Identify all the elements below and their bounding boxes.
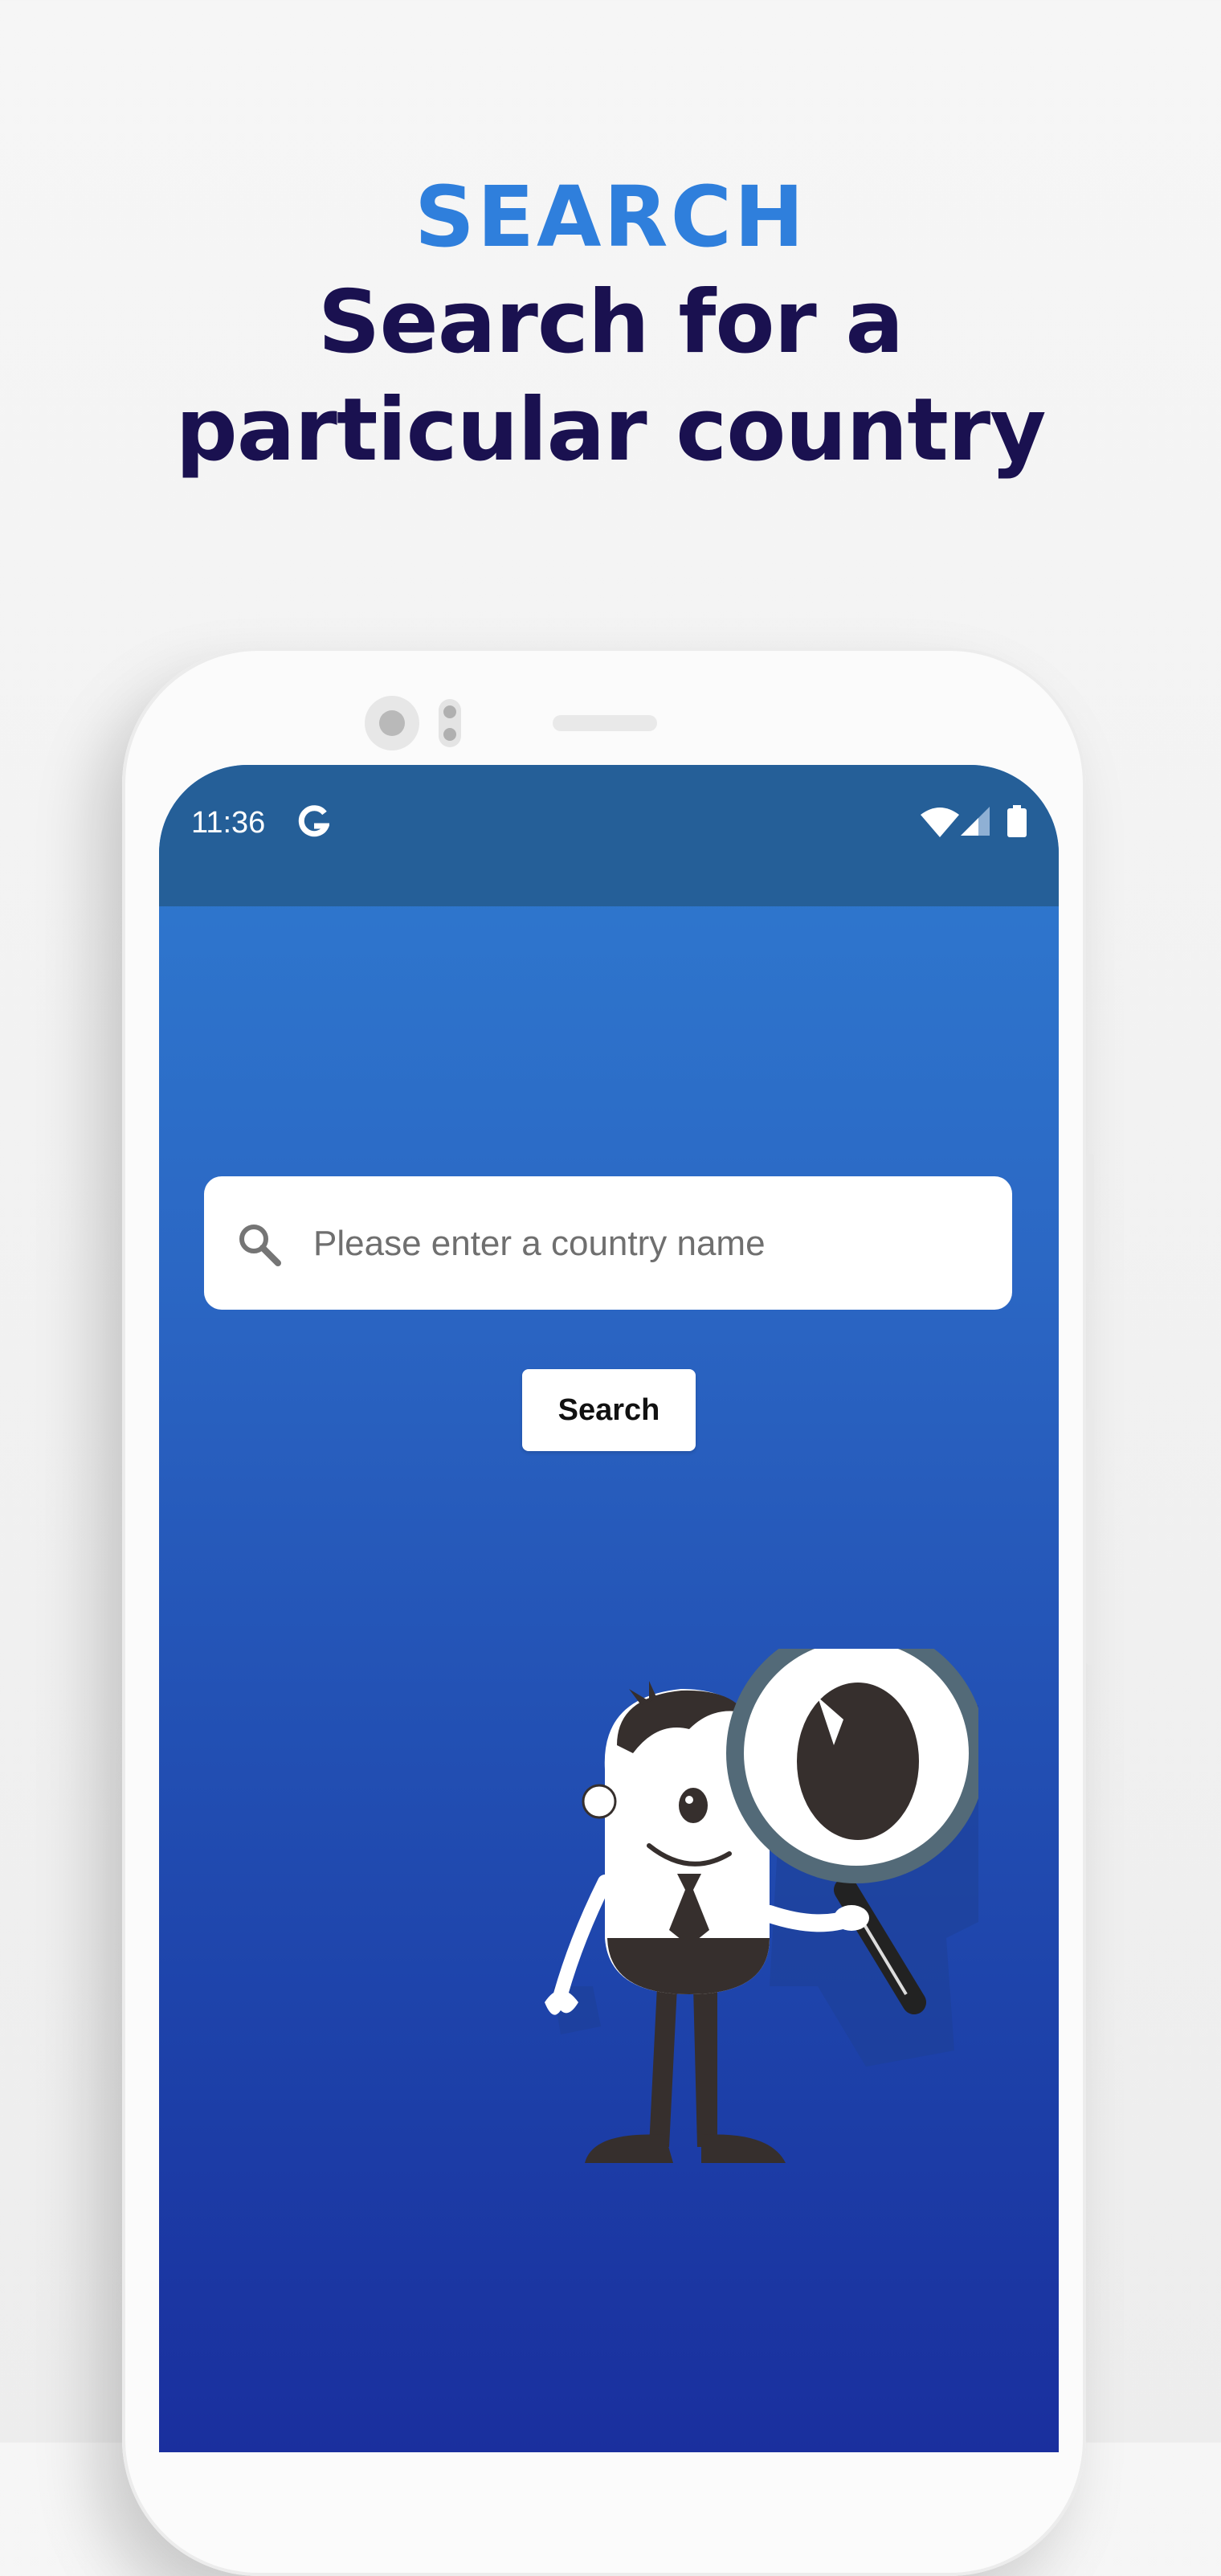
promo-title: Search for a particular country (0, 269, 1221, 485)
search-input[interactable] (312, 1176, 990, 1311)
magnifier-mascot-illustration (545, 1649, 978, 2163)
phone-side-button (1086, 1408, 1094, 1665)
status-bar: 11:36 (159, 765, 1059, 906)
app-screen: 11:36 Search (159, 765, 1059, 2452)
status-time: 11:36 (191, 806, 266, 840)
wifi-icon (921, 808, 959, 837)
promo-title-line-1: Search for a (317, 272, 905, 373)
promo-tag: SEARCH (414, 168, 807, 266)
front-camera (365, 696, 419, 750)
phone-frame: 11:36 Search (122, 648, 1094, 2576)
signal-icon (961, 807, 990, 836)
phone-side-button (1086, 1154, 1094, 1282)
earpiece-speaker (553, 715, 657, 731)
search-button[interactable]: Search (522, 1369, 696, 1451)
battery-icon (1007, 805, 1027, 837)
search-box[interactable] (204, 1176, 1012, 1311)
proximity-sensor (439, 699, 461, 747)
google-icon (298, 805, 329, 837)
promo-title-line-2: particular country (175, 380, 1046, 480)
search-icon (239, 1225, 281, 1266)
